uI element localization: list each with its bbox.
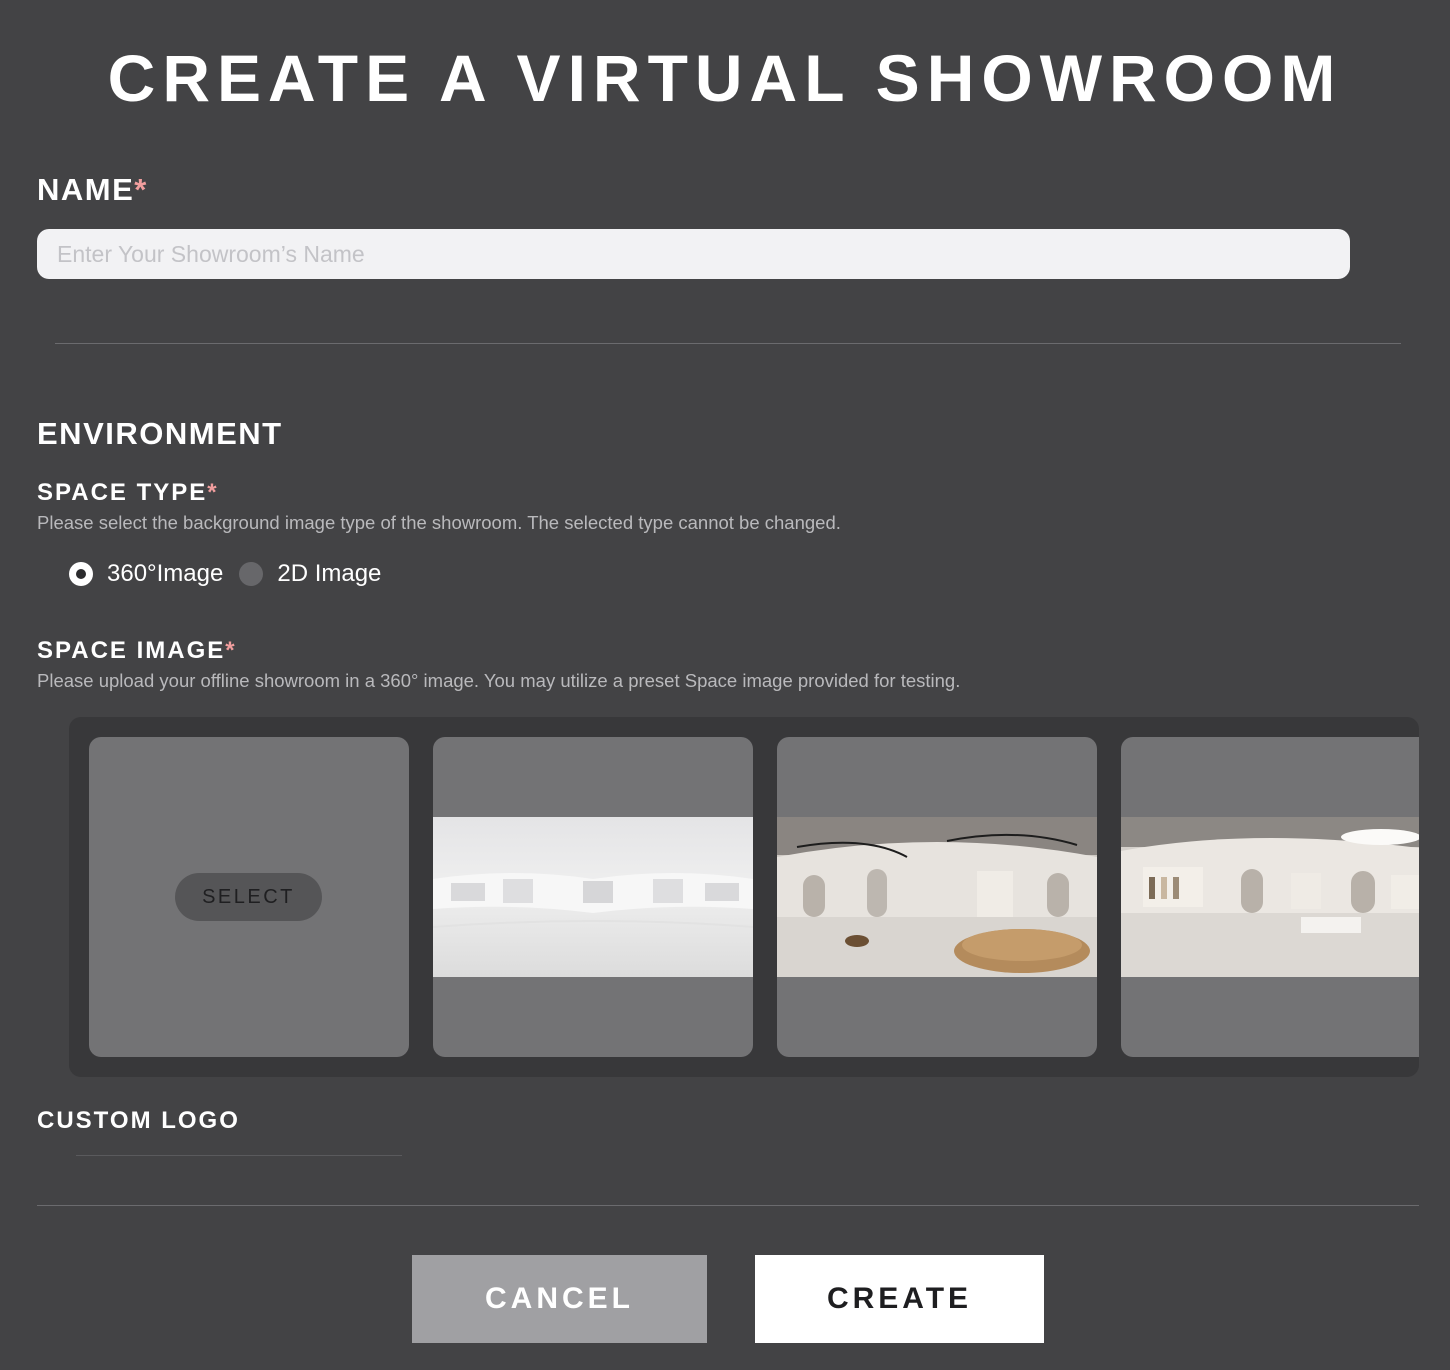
footer-divider: [37, 1205, 1419, 1206]
space-type-description: Please select the background image type …: [37, 512, 841, 533]
space-type-radio-group: 360°Image 2D Image: [69, 558, 397, 590]
radio-option-2d-image[interactable]: 2D Image: [239, 560, 397, 588]
name-label: NAME*: [37, 170, 148, 210]
page-title: CREATE A VIRTUAL SHOWROOM: [107, 41, 1343, 115]
radio-unchecked-icon[interactable]: [239, 562, 264, 586]
radio-label-360-image: 360°Image: [107, 560, 224, 587]
section-divider: [55, 343, 1401, 344]
custom-logo-label: CUSTOM LOGO: [37, 1107, 240, 1134]
space-image-label-text: SPACE IMAGE: [37, 637, 226, 664]
upload-tile[interactable]: SELECT: [89, 737, 409, 1057]
space-image-label: SPACE IMAGE*: [37, 636, 237, 666]
select-image-button[interactable]: SELECT: [175, 873, 322, 921]
white-showroom-panorama-image: [433, 817, 753, 977]
preset-tile-boutique-showroom[interactable]: [1121, 737, 1419, 1057]
boutique-showroom-panorama-image: [1121, 817, 1419, 977]
create-button[interactable]: CREATE: [755, 1255, 1044, 1343]
required-asterisk: *: [134, 172, 148, 207]
wooden-stage-showroom-panorama-image: [777, 817, 1097, 977]
space-image-gallery[interactable]: SELECT: [69, 717, 1419, 1077]
radio-checked-icon[interactable]: [69, 562, 93, 586]
name-label-text: NAME: [37, 172, 135, 207]
radio-label-2d-image: 2D Image: [277, 560, 382, 587]
space-image-description: Please upload your offline showroom in a…: [37, 670, 961, 691]
required-asterisk: *: [207, 479, 219, 506]
environment-heading: ENVIRONMENT: [37, 416, 283, 451]
showroom-name-input[interactable]: [37, 229, 1350, 279]
preset-tile-wooden-stage-showroom[interactable]: [777, 737, 1097, 1057]
space-type-label-text: SPACE TYPE: [37, 479, 208, 506]
preset-tile-white-showroom[interactable]: [433, 737, 753, 1057]
required-asterisk: *: [225, 637, 237, 664]
space-type-label: SPACE TYPE*: [37, 478, 219, 508]
cancel-button[interactable]: CANCEL: [412, 1255, 707, 1343]
radio-option-360-image[interactable]: 360°Image: [69, 560, 239, 588]
custom-logo-upload-area[interactable]: [76, 1155, 402, 1156]
